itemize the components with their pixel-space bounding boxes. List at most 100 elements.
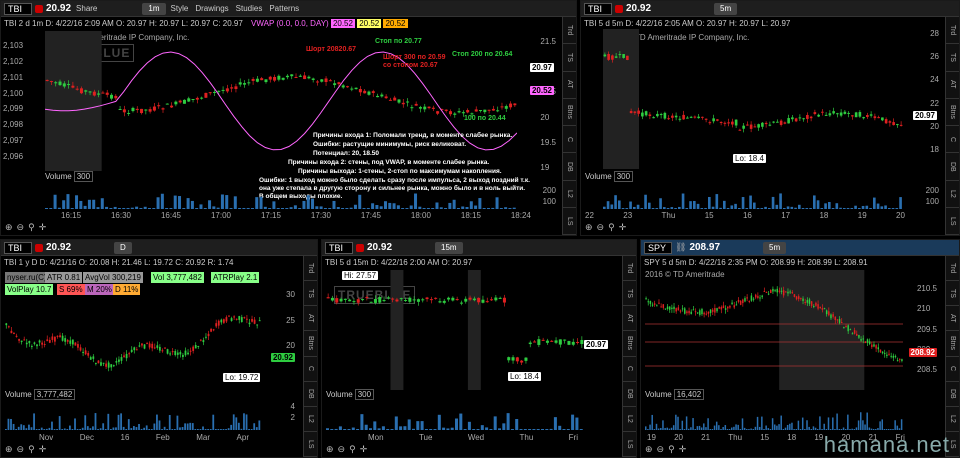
symbol-input[interactable]: TBI xyxy=(4,2,32,15)
volume-bar xyxy=(429,429,433,430)
volume-bar xyxy=(38,429,41,430)
zoom-in-icon[interactable]: ⊕ xyxy=(326,444,334,455)
symbol-input[interactable]: TBI xyxy=(4,241,32,254)
zoom-out-icon[interactable]: ⊖ xyxy=(597,222,605,233)
volume-bar xyxy=(820,208,824,209)
volume-bar xyxy=(71,429,74,430)
volume-bar xyxy=(482,208,486,209)
candle xyxy=(61,335,64,341)
volume-bar xyxy=(351,427,355,430)
candle xyxy=(622,54,625,58)
timeframe-select[interactable]: 5m xyxy=(714,2,738,15)
volume-bar xyxy=(416,421,420,430)
toolbar: TBI 20.92 5m xyxy=(581,1,959,17)
share-button[interactable]: Share xyxy=(74,4,99,13)
style-button[interactable]: Style xyxy=(169,4,191,13)
candle xyxy=(830,314,832,319)
axis-tick: 21.5 xyxy=(540,37,556,46)
search-icon[interactable]: ⚲ xyxy=(349,444,356,455)
studies-button[interactable]: Studies xyxy=(234,4,265,13)
candle xyxy=(832,111,835,114)
candle xyxy=(43,344,46,346)
crosshair-icon[interactable]: ✛ xyxy=(360,444,368,455)
candle xyxy=(365,297,369,299)
link-icon[interactable]: ⛓ xyxy=(675,242,686,253)
volume-bar xyxy=(51,421,53,430)
crosshair-icon[interactable]: ✛ xyxy=(39,222,47,233)
volume-bar xyxy=(726,429,729,430)
price-chart[interactable] xyxy=(45,31,517,171)
candle xyxy=(423,106,427,110)
zoom-in-icon[interactable]: ⊕ xyxy=(5,444,13,455)
candle xyxy=(629,111,633,114)
patterns-button[interactable]: Patterns xyxy=(267,4,301,13)
timeframe-select[interactable]: 1m xyxy=(142,2,166,15)
drawings-button[interactable]: Drawings xyxy=(193,4,230,13)
search-icon[interactable]: ⚲ xyxy=(668,444,675,455)
axis-tick: 25 xyxy=(286,315,295,325)
zoom-out-icon[interactable]: ⊖ xyxy=(657,444,665,455)
zoom-out-icon[interactable]: ⊖ xyxy=(338,444,346,455)
candle xyxy=(884,119,888,124)
volume-bar xyxy=(647,429,649,430)
volume-bar xyxy=(705,427,707,430)
volume-bar xyxy=(105,206,109,209)
volume-bar xyxy=(824,203,827,209)
volume-bar xyxy=(377,428,381,430)
symbol-input[interactable]: TBI xyxy=(325,241,353,254)
volume-bar xyxy=(853,429,856,430)
crosshair-icon[interactable]: ✛ xyxy=(679,444,687,455)
alert-icon[interactable] xyxy=(35,4,43,13)
volume-bar xyxy=(181,427,184,430)
chart-info: TBI 2 d 1m D: 4/22/16 2:09 AM O: 20.97 H… xyxy=(4,19,408,28)
candle xyxy=(268,76,272,80)
volume-bar xyxy=(799,429,802,430)
symbol-input[interactable]: SPY xyxy=(644,241,672,254)
volume-bar xyxy=(813,195,816,209)
price-chart[interactable] xyxy=(603,29,903,169)
volume-bar xyxy=(873,197,876,209)
candle xyxy=(429,299,433,301)
candle xyxy=(251,318,253,322)
candle xyxy=(757,295,759,299)
zoom-in-icon[interactable]: ⊕ xyxy=(5,222,13,233)
candle xyxy=(862,338,864,340)
candle xyxy=(197,345,200,347)
candle xyxy=(684,308,686,314)
time-tick: Wed xyxy=(467,433,485,442)
timeframe-select[interactable]: D xyxy=(114,241,132,254)
crosshair-icon[interactable]: ✛ xyxy=(619,222,627,233)
search-icon[interactable]: ⚲ xyxy=(28,444,35,455)
search-icon[interactable]: ⚲ xyxy=(608,222,615,233)
timeframe-select[interactable]: 15m xyxy=(435,241,463,254)
zoom-out-icon[interactable]: ⊖ xyxy=(17,444,25,455)
search-icon[interactable]: ⚲ xyxy=(28,222,35,233)
volume-bar xyxy=(764,206,767,209)
candle xyxy=(290,74,294,77)
volume-bar xyxy=(311,198,315,209)
alert-icon[interactable] xyxy=(615,4,623,13)
volume-bar xyxy=(250,429,253,430)
axis-tick: 208.5 xyxy=(916,365,937,374)
candle xyxy=(303,75,307,80)
volume-bar xyxy=(328,208,332,209)
zoom-in-icon[interactable]: ⊕ xyxy=(645,444,653,455)
volume-bar xyxy=(780,415,782,430)
zoom-out-icon[interactable]: ⊖ xyxy=(17,222,25,233)
price-chart[interactable] xyxy=(645,270,903,390)
alert-icon[interactable] xyxy=(356,243,364,252)
symbol-input[interactable]: TBI xyxy=(584,2,612,15)
crosshair-icon[interactable]: ✛ xyxy=(39,444,47,455)
timeframe-select[interactable]: 5m xyxy=(763,241,787,254)
volume-bar xyxy=(491,207,495,209)
alert-icon[interactable] xyxy=(35,243,43,252)
zoom-in-icon[interactable]: ⊕ xyxy=(585,222,593,233)
candle xyxy=(397,99,401,103)
volume-bar xyxy=(135,427,138,430)
candle xyxy=(421,299,425,301)
candle xyxy=(899,358,901,360)
candle xyxy=(787,291,789,294)
candle xyxy=(723,122,727,124)
price-chart[interactable] xyxy=(326,270,584,390)
candle xyxy=(158,346,161,351)
